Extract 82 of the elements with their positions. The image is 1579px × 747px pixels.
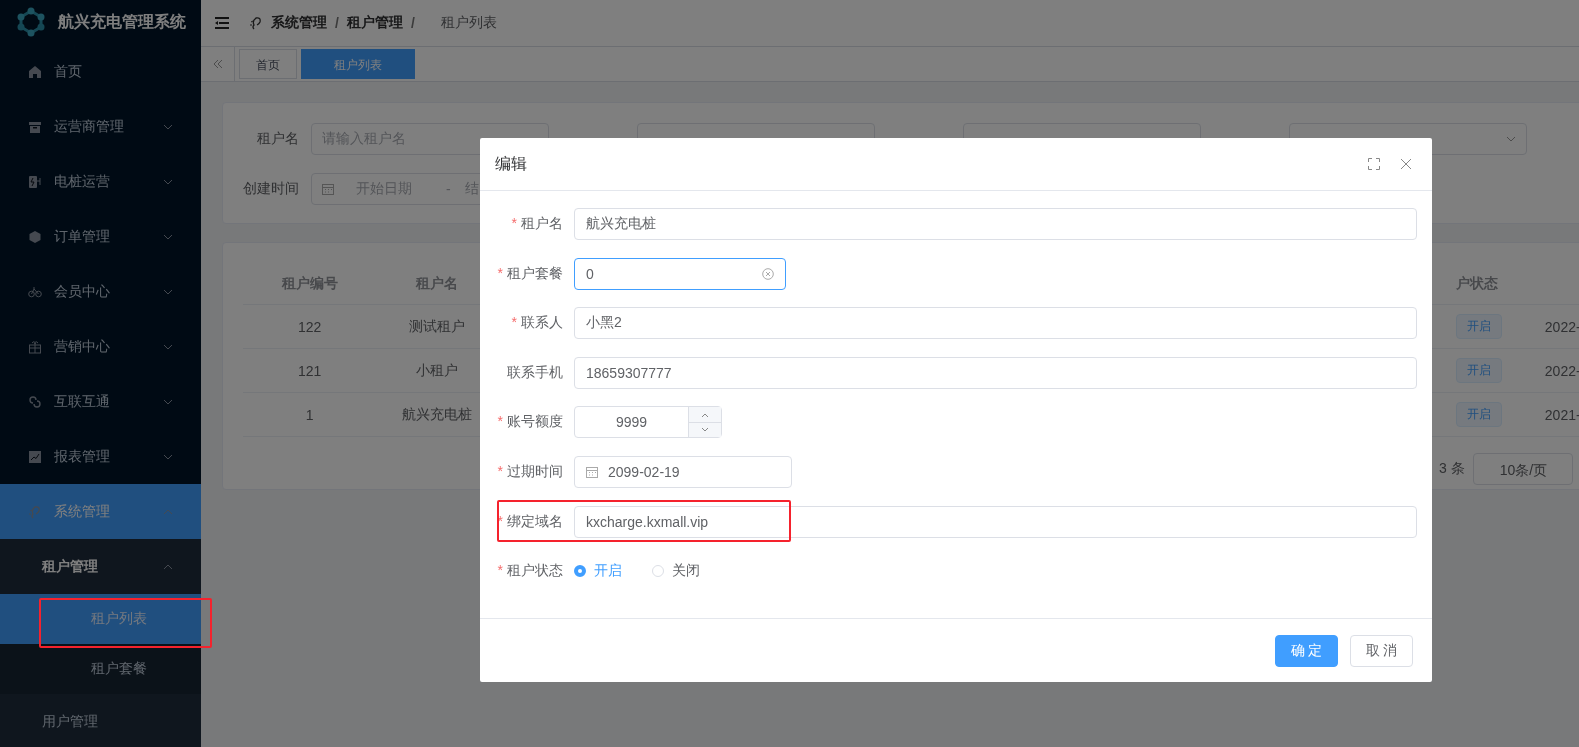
menu-item[interactable]: 系统管理 bbox=[0, 484, 201, 539]
menu-item[interactable]: 运营商管理 bbox=[0, 99, 201, 154]
required-asterisk: * bbox=[497, 413, 503, 430]
breadcrumb-link[interactable]: 租户管理 bbox=[346, 14, 403, 32]
tab[interactable]: 首页 bbox=[239, 49, 297, 79]
status-tag: 开启 bbox=[1455, 314, 1502, 339]
required-asterisk: * bbox=[497, 264, 503, 281]
breadcrumb-separator: / bbox=[335, 15, 339, 31]
network-logo-icon bbox=[16, 7, 46, 37]
required-asterisk: * bbox=[511, 215, 517, 231]
menu-item[interactable]: 租户管理 bbox=[0, 539, 201, 594]
cancel-button[interactable]: 取 消 bbox=[1350, 634, 1413, 667]
menu-icon bbox=[215, 17, 229, 29]
total-count: 3 条 bbox=[1439, 460, 1465, 478]
fullscreen-icon bbox=[1368, 158, 1380, 170]
field-label: 账号额度 bbox=[507, 413, 563, 430]
ear-icon bbox=[249, 16, 263, 30]
table-cell: 122 bbox=[298, 318, 322, 335]
required-asterisk: * bbox=[497, 562, 503, 579]
chevron-down-icon bbox=[1506, 134, 1516, 144]
table-cell: 航兴充电桩 bbox=[402, 405, 473, 422]
chevron-down-icon bbox=[701, 427, 709, 434]
menu-item[interactable]: 会员中心 bbox=[0, 264, 201, 319]
charger-icon bbox=[28, 174, 42, 189]
confirm-button[interactable]: 确 定 bbox=[1275, 634, 1338, 667]
page-size-select[interactable]: 10条/页 bbox=[1472, 453, 1573, 485]
breadcrumb-link[interactable]: 系统管理 bbox=[271, 14, 327, 32]
fullscreen-button[interactable] bbox=[1368, 158, 1380, 170]
field-label: 过期时间 bbox=[507, 462, 563, 479]
table-cell: 1 bbox=[305, 406, 314, 423]
table-cell: 小租户 bbox=[416, 361, 459, 378]
input-field[interactable]: kxcharge.kxmall.vip bbox=[574, 505, 1417, 538]
status-tag: 开启 bbox=[1455, 402, 1502, 427]
date-field[interactable]: 2099-02-19 bbox=[574, 455, 792, 488]
menu-item[interactable]: 电桩运营 bbox=[0, 154, 201, 209]
field-label: 创建时间 bbox=[242, 180, 300, 198]
input-field[interactable]: 小黑2 bbox=[574, 307, 1417, 340]
menu-item[interactable]: 互联互通 bbox=[0, 374, 201, 429]
calendar-icon bbox=[586, 465, 598, 478]
box-icon bbox=[28, 119, 42, 134]
close-button[interactable] bbox=[1400, 158, 1412, 170]
chevron-up-icon bbox=[701, 411, 709, 418]
field-label: 租户状态 bbox=[507, 562, 563, 579]
table-cell: 121 bbox=[298, 362, 322, 379]
field-label: 绑定域名 bbox=[507, 512, 563, 529]
field-label: 联系人 bbox=[521, 314, 563, 331]
select-field[interactable]: 0 bbox=[574, 257, 786, 290]
hexagon-icon bbox=[28, 229, 42, 244]
tab[interactable]: 租户列表 bbox=[301, 49, 415, 79]
input-field[interactable]: 航兴充电桩 bbox=[574, 208, 1417, 240]
required-asterisk: * bbox=[511, 314, 517, 331]
bicycle-icon bbox=[28, 284, 42, 299]
link-icon bbox=[28, 394, 42, 409]
radio-option[interactable]: 开启 bbox=[574, 562, 622, 581]
home-icon bbox=[28, 64, 42, 79]
menu-item[interactable]: 租户列表 bbox=[0, 594, 201, 644]
field-label: 租户名 bbox=[521, 215, 563, 231]
app-title: 航兴充电管理系统 bbox=[58, 11, 186, 32]
radio-option[interactable]: 关闭 bbox=[652, 562, 700, 581]
table-cell: 测试租户 bbox=[409, 317, 466, 334]
calendar-icon bbox=[322, 183, 334, 195]
chart-icon bbox=[28, 449, 42, 464]
menu-item[interactable]: 用户管理 bbox=[0, 694, 201, 747]
number-field[interactable]: 9999 bbox=[574, 406, 722, 439]
required-asterisk: * bbox=[497, 462, 503, 479]
field-label: 租户套餐 bbox=[507, 264, 563, 281]
breadcrumb-separator: / bbox=[410, 15, 415, 31]
menu-item[interactable]: 报表管理 bbox=[0, 429, 201, 484]
input-field[interactable]: 18659307777 bbox=[574, 356, 1417, 389]
dialog-title: 编辑 bbox=[495, 153, 528, 174]
gift-icon bbox=[28, 339, 42, 354]
menu-item[interactable]: 营销中心 bbox=[0, 319, 201, 374]
clear-icon bbox=[762, 267, 774, 280]
double-chevron-left-icon bbox=[212, 59, 223, 69]
field-label: 联系手机 bbox=[507, 363, 563, 380]
ear-icon bbox=[28, 504, 42, 519]
menu-item[interactable]: 租户套餐 bbox=[0, 644, 201, 694]
field-label: 租户名 bbox=[256, 130, 300, 148]
status-tag: 开启 bbox=[1455, 358, 1502, 383]
menu-item[interactable]: 首页 bbox=[0, 44, 201, 99]
menu-item[interactable]: 订单管理 bbox=[0, 209, 201, 264]
close-icon bbox=[1400, 158, 1412, 170]
